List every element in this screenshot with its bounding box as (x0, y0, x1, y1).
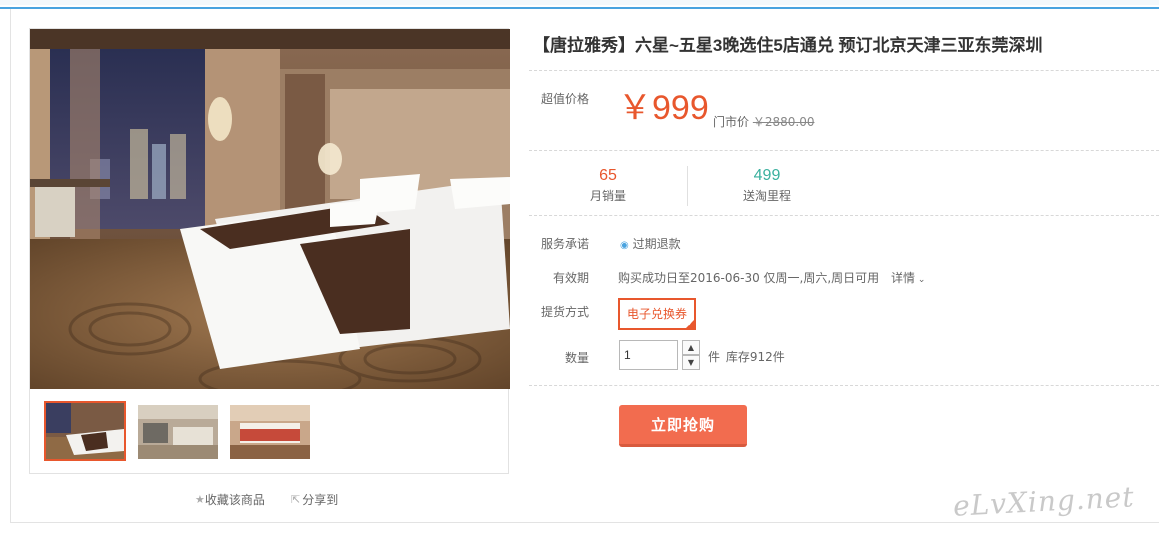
validity-label: 有效期 (552, 271, 589, 285)
delivery-option[interactable]: 电子兑换券 ✓ (618, 298, 696, 330)
service-label: 服务承诺 (540, 237, 589, 251)
mileage: 499 送淘里程 (707, 167, 827, 204)
mileage-value: 499 (753, 167, 781, 184)
share-label: 分享到 (302, 493, 339, 507)
market-price: 门市价 ￥2880.00 (713, 113, 814, 130)
refund-icon: ◉ (620, 240, 629, 251)
stock-info: 件 库存912件 (708, 348, 785, 365)
monthly-sales: 65 月销量 (548, 167, 668, 204)
thumbnail-3[interactable] (230, 405, 310, 459)
share-icon: ⇱ (291, 493, 301, 506)
thumbnail-1[interactable] (44, 401, 126, 461)
divider (529, 385, 1159, 386)
quantity-label: 数量 (564, 351, 589, 365)
share-button[interactable]: ⇱ 分享到 (291, 491, 338, 508)
details-label: 详情 (891, 271, 916, 285)
validity-details-link[interactable]: 详情 ⌄ (891, 271, 925, 285)
top-bar (0, 0, 1159, 9)
divider (529, 150, 1159, 151)
product-title: 【唐拉雅秀】六星~五星3晚选住5店通兑 预订北京天津三亚东莞深圳 (533, 36, 1043, 55)
quantity-decrease[interactable]: ▼ (682, 355, 700, 370)
star-icon: ★ (195, 493, 205, 506)
chevron-up-icon: ▲ (687, 343, 695, 352)
favorite-button[interactable]: ★收藏该商品 (195, 491, 265, 508)
market-price-value: ￥2880.00 (752, 115, 815, 129)
favorite-label: 收藏该商品 (204, 493, 265, 507)
validity-value: 购买成功日至2016-06-30 仅周一,周六,周日可用 详情 ⌄ (618, 269, 925, 286)
main-photo[interactable] (30, 29, 510, 389)
stock-count: 库存912件 (725, 350, 785, 364)
price-value: ￥999 (618, 89, 709, 127)
divider (529, 70, 1159, 71)
divider (529, 215, 1159, 216)
buy-now-button[interactable]: 立即抢购 (619, 405, 747, 447)
delivery-option-label: 电子兑换券 (626, 307, 687, 321)
check-icon: ✓ (687, 319, 694, 328)
mileage-label: 送淘里程 (742, 189, 791, 203)
validity-text: 购买成功日至2016-06-30 仅周一,周六,周日可用 (618, 271, 880, 285)
market-price-label: 门市价 (713, 115, 750, 129)
delivery-label: 提货方式 (540, 305, 589, 319)
stat-separator (687, 166, 688, 206)
hotel-room-image (30, 29, 510, 389)
chevron-down-icon: ▼ (687, 358, 695, 367)
thumbnail-2[interactable] (138, 405, 218, 459)
service-value-text: 过期退款 (632, 237, 681, 251)
quantity-increase[interactable]: ▲ (682, 340, 700, 355)
quantity-input[interactable] (619, 340, 678, 370)
chevron-down-icon: ⌄ (915, 275, 926, 285)
monthly-sales-label: 月销量 (589, 189, 626, 203)
quantity-unit: 件 (708, 350, 721, 364)
monthly-sales-value: 65 (599, 167, 617, 184)
service-value: ◉ 过期退款 (620, 235, 681, 252)
price-label: 超值价格 (541, 92, 590, 106)
product-gallery (29, 28, 510, 474)
